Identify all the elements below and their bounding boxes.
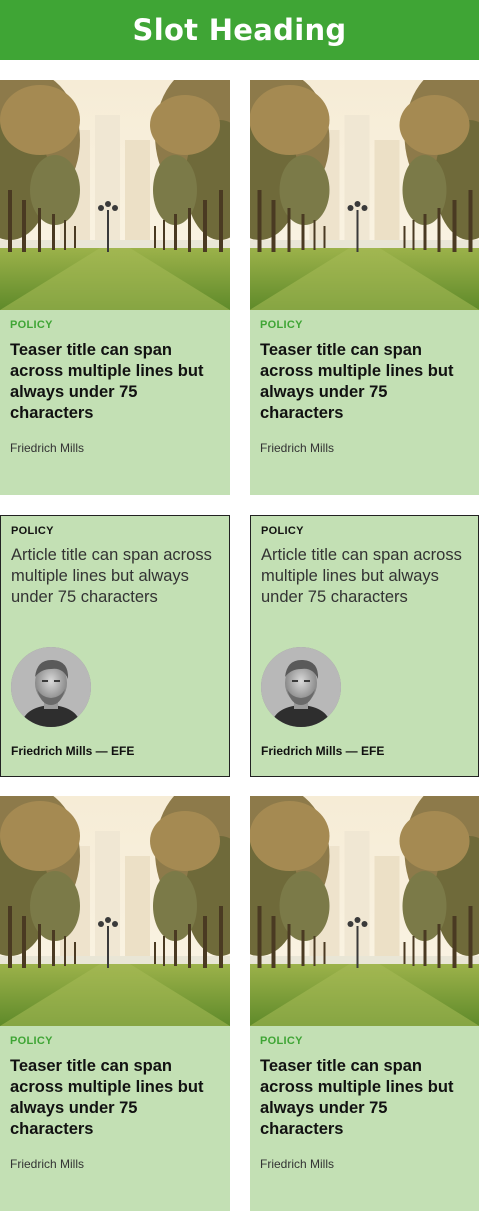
teaser-image[interactable] [0, 80, 230, 310]
teaser-author[interactable]: Friedrich Mills [260, 441, 471, 455]
teaser-card[interactable]: POLICY Teaser title can span across mult… [0, 796, 230, 1211]
park-palm-avenue-photo [250, 80, 479, 310]
article-category[interactable]: POLICY [11, 525, 221, 538]
teaser-category[interactable]: POLICY [10, 319, 222, 332]
teaser-category[interactable]: POLICY [260, 1035, 471, 1048]
teaser-author[interactable]: Friedrich Mills [10, 441, 222, 455]
teaser-author[interactable]: Friedrich Mills [10, 1157, 222, 1171]
teaser-title[interactable]: Teaser title can span across multiple li… [10, 1056, 222, 1140]
author-avatar[interactable] [11, 647, 91, 727]
teaser-image[interactable] [250, 80, 479, 310]
author-portrait-photo [11, 647, 91, 727]
article-byline[interactable]: Friedrich Mills — EFE [261, 744, 384, 758]
author-portrait-photo [261, 647, 341, 727]
park-palm-avenue-photo [0, 80, 230, 310]
article-card[interactable]: POLICY Article title can span across mul… [0, 515, 230, 777]
teaser-card[interactable]: POLICY Teaser title can span across mult… [0, 80, 230, 495]
article-card[interactable]: POLICY Article title can span across mul… [250, 515, 479, 777]
slot-heading-bar: Slot Heading [0, 0, 479, 60]
article-byline[interactable]: Friedrich Mills — EFE [11, 744, 134, 758]
article-category[interactable]: POLICY [261, 525, 470, 538]
teaser-card[interactable]: POLICY Teaser title can span across mult… [250, 796, 479, 1211]
teaser-card[interactable]: POLICY Teaser title can span across mult… [250, 80, 479, 495]
teaser-title[interactable]: Teaser title can span across multiple li… [10, 340, 222, 424]
teaser-category[interactable]: POLICY [10, 1035, 222, 1048]
teaser-title[interactable]: Teaser title can span across multiple li… [260, 1056, 471, 1140]
park-palm-avenue-photo [0, 796, 230, 1026]
teaser-image[interactable] [250, 796, 479, 1026]
article-title[interactable]: Article title can span across multiple l… [261, 545, 470, 608]
park-palm-avenue-photo [250, 796, 479, 1026]
article-title[interactable]: Article title can span across multiple l… [11, 545, 221, 608]
teaser-author[interactable]: Friedrich Mills [260, 1157, 471, 1171]
slot-heading: Slot Heading [132, 13, 347, 47]
teaser-title[interactable]: Teaser title can span across multiple li… [260, 340, 471, 424]
author-avatar[interactable] [261, 647, 341, 727]
teaser-category[interactable]: POLICY [260, 319, 471, 332]
teaser-image[interactable] [0, 796, 230, 1026]
